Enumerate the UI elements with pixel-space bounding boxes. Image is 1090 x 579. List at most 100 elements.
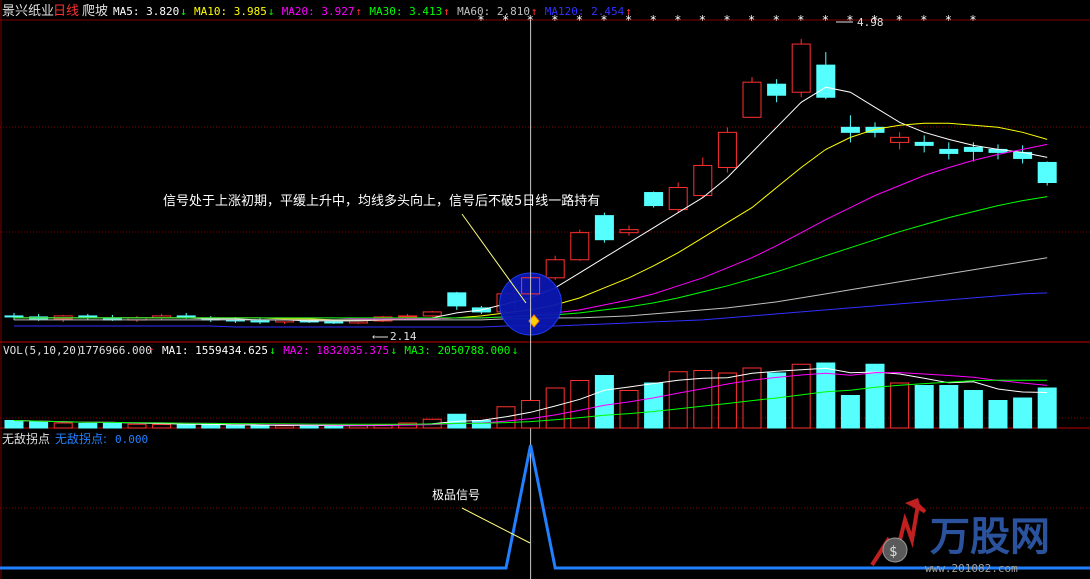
indicator-line	[0, 444, 1090, 570]
candle	[693, 157, 713, 198]
candle	[1037, 161, 1057, 186]
candle	[250, 317, 270, 324]
ma-legend-arrow-3: ↑	[443, 5, 450, 18]
star-marker: *	[625, 13, 632, 27]
stock-chart[interactable]: 景兴纸业 日线 爬坡 MA5: 3.820 ↓ MA10: 3.985 ↓ MA20: …	[0, 0, 1090, 579]
ma-legend-1: MA10: 3.985	[194, 5, 267, 18]
star-marker: *	[846, 13, 853, 27]
indicator-legend: 无敌拐点 无敌拐点: 0.000	[2, 431, 148, 446]
ma-legend-2: MA20: 3.927	[282, 5, 355, 18]
watermark: $ 万股网 www.201082.com	[870, 498, 1050, 575]
volume-bar	[816, 362, 836, 429]
candle-body	[890, 136, 910, 143]
candle	[644, 191, 664, 208]
candle-body	[422, 311, 442, 317]
volume-bar	[1013, 397, 1033, 429]
volume-bar	[1037, 387, 1057, 429]
candle-body	[668, 187, 688, 211]
star-marker: *	[969, 13, 976, 27]
candle	[742, 77, 762, 118]
volume-bar	[275, 425, 295, 429]
star-marker: *	[502, 13, 509, 27]
vol-legend-1: MA2: 1832035.375	[283, 344, 389, 357]
star-marker: *	[896, 13, 903, 27]
signal-star-markers: *********************	[477, 13, 976, 27]
star-marker: *	[748, 13, 755, 27]
vol-legend-arrow-2: ↓	[512, 344, 519, 357]
watermark-url: www.201082.com	[925, 562, 1018, 575]
candle-body	[939, 148, 959, 154]
volume-bar	[890, 382, 910, 429]
star-marker: *	[699, 13, 706, 27]
volume-bar	[29, 421, 49, 429]
volume-bar	[521, 400, 541, 429]
candle-body	[594, 215, 614, 241]
star-marker: *	[576, 13, 583, 27]
candle-body	[570, 232, 590, 261]
star-marker: *	[477, 13, 484, 27]
star-marker: *	[674, 13, 681, 27]
main-annotation-pointer	[461, 213, 527, 304]
candle	[422, 310, 442, 317]
volume-legend: VOL(5,10,20) 1776966.000 ↑ MA1: 1559434.…	[3, 344, 518, 357]
candle	[840, 115, 860, 143]
candle	[152, 313, 172, 320]
volume-bar	[471, 420, 491, 429]
pattern-label: 爬坡	[82, 4, 108, 19]
volume-bar	[717, 372, 737, 429]
volume-bar	[619, 390, 639, 429]
volume-bar	[594, 375, 614, 429]
watermark-brand: 万股网	[930, 514, 1050, 560]
candle-body	[250, 320, 270, 323]
candle-body	[644, 192, 664, 207]
period-label: 日线	[53, 4, 79, 19]
high-price-label: 4.98	[857, 16, 884, 29]
candle	[865, 122, 885, 138]
candle	[53, 314, 73, 322]
indicator-title: 无敌拐点	[2, 431, 50, 446]
volume-bar	[127, 423, 147, 429]
ma-legend-4: MA60: 2.810	[457, 5, 530, 18]
candle	[767, 79, 787, 103]
volume-bar	[102, 422, 122, 429]
candle	[619, 225, 639, 236]
ma-legend-arrow-1: ↓	[268, 5, 275, 18]
volume-bar	[250, 425, 270, 429]
volume-bar	[840, 395, 860, 429]
candle-body	[742, 81, 762, 118]
candle-body	[4, 315, 24, 318]
vol-legend-arrow-0: ↓	[269, 344, 276, 357]
volume-bar	[939, 385, 959, 429]
ma-legend-3: MA30: 3.413	[369, 5, 442, 18]
candle	[594, 212, 614, 243]
candle-body	[816, 64, 836, 98]
volume-bar	[570, 380, 590, 429]
volume-bar	[152, 424, 172, 429]
volume-bar	[78, 423, 98, 429]
candle	[890, 132, 910, 150]
volume-bar	[4, 420, 24, 429]
vol-value: 1776966.000	[79, 344, 152, 357]
ma-legend-arrow-0: ↓	[180, 5, 187, 18]
candle-body	[963, 146, 983, 152]
volume-bar	[176, 424, 196, 429]
ma-legend-0: MA5: 3.820	[113, 5, 179, 18]
indicator-series-label: 无敌拐点:	[55, 431, 107, 446]
candle-body	[914, 141, 934, 146]
low-arrow-icon: ←	[372, 330, 379, 343]
candle-body	[324, 321, 344, 324]
star-marker: *	[600, 13, 607, 27]
candle-body	[1037, 161, 1057, 184]
candle	[668, 182, 688, 213]
candle	[914, 135, 934, 153]
candle-body	[840, 126, 860, 133]
candle-body	[619, 229, 639, 234]
vol-legend-0: MA1: 1559434.625	[162, 344, 268, 357]
indicator-annotation-text: 极品信号	[432, 488, 480, 502]
volume-bar	[53, 422, 73, 429]
candle	[791, 39, 811, 98]
candle-body	[398, 315, 418, 318]
indicator-value: 0.000	[115, 433, 148, 446]
star-marker: *	[797, 13, 804, 27]
vol-title: VOL(5,10,20)	[3, 344, 82, 357]
